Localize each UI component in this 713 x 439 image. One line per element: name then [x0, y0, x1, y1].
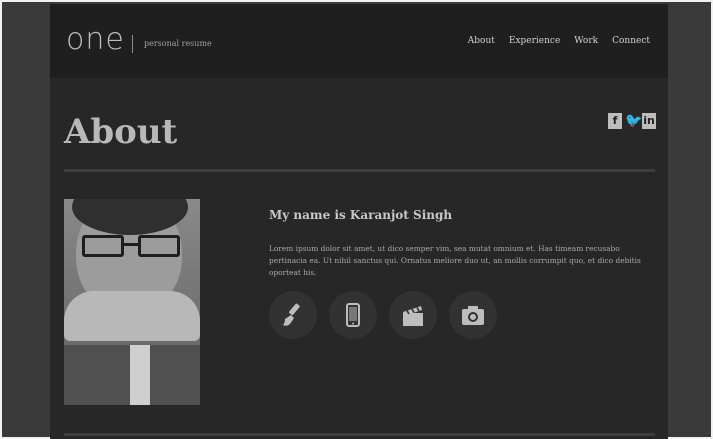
- social-links: f 🐦 in: [608, 113, 656, 129]
- clapperboard-icon: [389, 291, 437, 339]
- tagline: personal resume: [144, 39, 212, 48]
- facebook-icon[interactable]: f: [608, 113, 622, 129]
- smartphone-icon: [329, 291, 377, 339]
- profile-bio: Lorem ipsum dolor sit amet, ut dico semp…: [269, 244, 641, 277]
- profile-name: My name is Karanjot Singh: [269, 208, 453, 222]
- bottom-divider: [64, 433, 655, 436]
- resume-page: one personal resume About Experience Wor…: [50, 4, 668, 439]
- section-divider: [64, 169, 655, 172]
- logo[interactable]: one: [66, 22, 125, 57]
- paintbrush-icon: [269, 291, 317, 339]
- nav-connect[interactable]: Connect: [612, 36, 650, 46]
- nav-experience[interactable]: Experience: [509, 36, 560, 46]
- main-nav: About Experience Work Connect: [468, 36, 650, 46]
- site-header: one personal resume About Experience Wor…: [50, 4, 668, 78]
- profile-photo: [64, 199, 200, 405]
- viewport-frame: one personal resume About Experience Wor…: [0, 0, 713, 439]
- nav-about[interactable]: About: [468, 36, 495, 46]
- skills-row: [269, 291, 497, 339]
- linkedin-icon[interactable]: in: [642, 113, 656, 129]
- twitter-icon[interactable]: 🐦: [625, 113, 642, 129]
- section-title: About: [64, 112, 178, 152]
- camera-icon: [449, 291, 497, 339]
- nav-work[interactable]: Work: [574, 36, 598, 46]
- logo-separator: [132, 35, 133, 53]
